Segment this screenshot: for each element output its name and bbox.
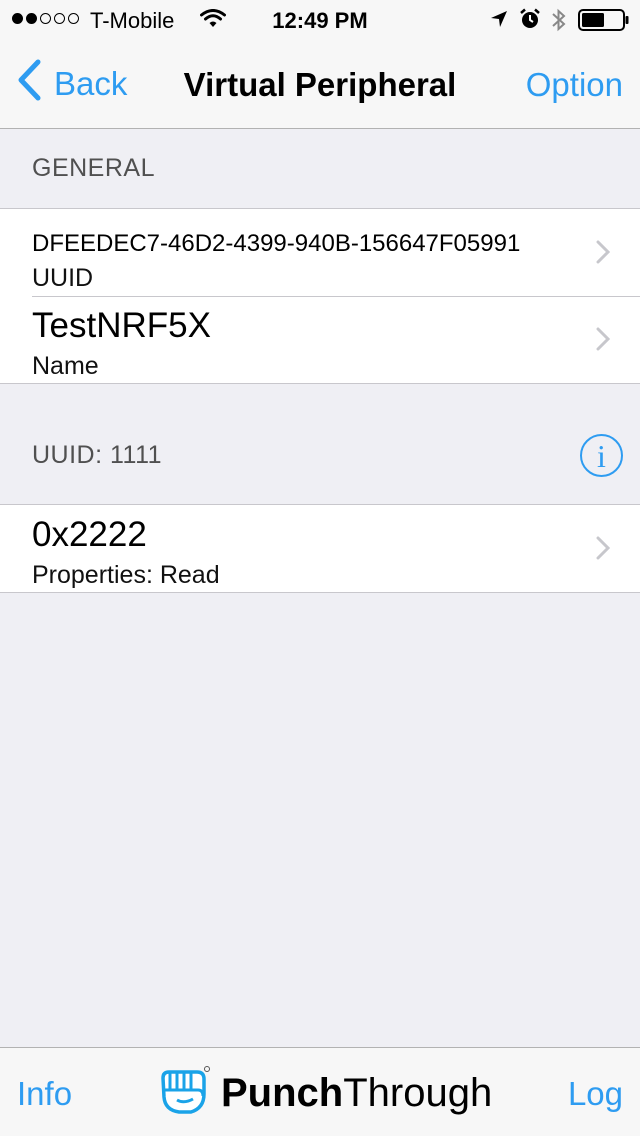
- punchthrough-logo: PunchThrough: [157, 1064, 492, 1123]
- cell-subtitle: UUID: [32, 264, 94, 292]
- log-tab-button[interactable]: Log: [568, 1075, 623, 1113]
- cell-title: DFEEDEC7-46D2-4399-940B-156647F05991: [32, 230, 521, 257]
- list-item-characteristic[interactable]: 0x2222 Properties: Read: [0, 505, 640, 592]
- option-button[interactable]: Option: [526, 66, 623, 104]
- info-icon[interactable]: i: [580, 434, 623, 477]
- cell-subtitle: Name: [32, 352, 99, 380]
- logo-wordmark: PunchThrough: [221, 1071, 492, 1116]
- location-arrow-icon: [490, 10, 508, 33]
- alarm-clock-icon: [519, 8, 541, 35]
- info-tab-button[interactable]: Info: [17, 1075, 72, 1113]
- cell-title: TestNRF5X: [32, 306, 211, 345]
- logo-wordmark-regular: Through: [343, 1071, 493, 1115]
- status-time: 12:49 PM: [272, 8, 368, 33]
- status-bar: T-Mobile 12:49 PM: [0, 0, 640, 40]
- fist-logo-icon: [157, 1064, 211, 1123]
- battery-icon: [578, 9, 630, 36]
- service-table: 0x2222 Properties: Read: [0, 504, 640, 593]
- logo-wordmark-bold: Punch: [221, 1071, 344, 1115]
- section-header-general: GENERAL: [32, 154, 155, 182]
- list-item-name[interactable]: TestNRF5X Name: [0, 296, 640, 383]
- section-header-service: UUID: 1111: [32, 441, 163, 469]
- chevron-right-icon: [596, 536, 611, 565]
- chevron-right-icon: [596, 327, 611, 356]
- general-table: DFEEDEC7-46D2-4399-940B-156647F05991 UUI…: [0, 208, 640, 384]
- list-item-uuid[interactable]: DFEEDEC7-46D2-4399-940B-156647F05991 UUI…: [0, 209, 640, 296]
- bottom-toolbar: Info PunchThrough Log: [0, 1047, 640, 1136]
- chevron-right-icon: [596, 240, 611, 269]
- cell-subtitle: Properties: Read: [32, 561, 220, 589]
- navigation-bar: Back Virtual Peripheral Option: [0, 40, 640, 129]
- cell-title: 0x2222: [32, 515, 147, 554]
- bluetooth-icon: [551, 7, 567, 38]
